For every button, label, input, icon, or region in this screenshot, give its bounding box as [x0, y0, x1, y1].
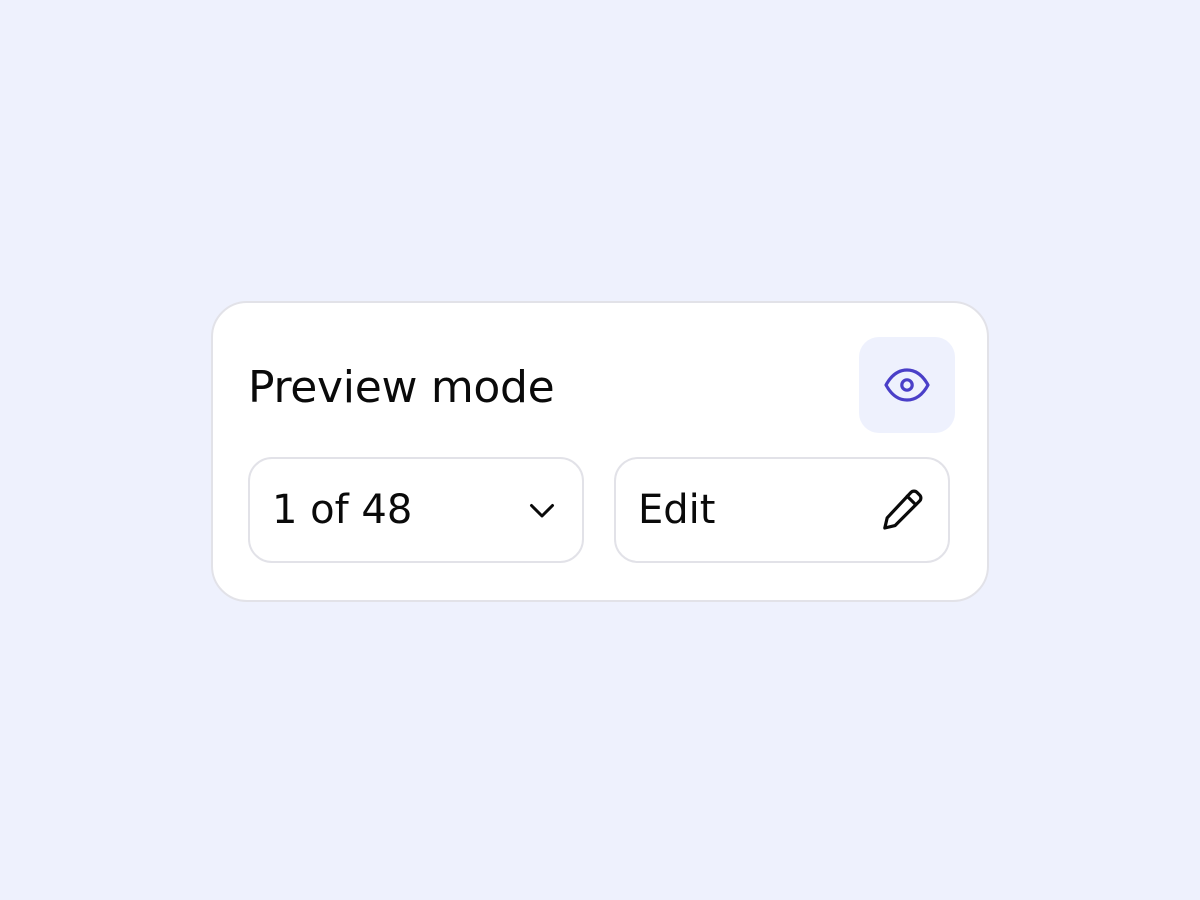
chevron-down-icon: [524, 492, 560, 528]
card-title: Preview mode: [248, 362, 555, 413]
preview-toggle-button[interactable]: [859, 337, 955, 433]
edit-button[interactable]: Edit: [614, 457, 950, 563]
preview-mode-card: Preview mode 1 of 48 Edit: [211, 301, 989, 602]
edit-button-label: Edit: [638, 487, 716, 533]
pencil-icon: [878, 486, 926, 534]
page-select[interactable]: 1 of 48: [248, 457, 584, 563]
eye-icon: [883, 361, 931, 409]
page-select-value: 1 of 48: [272, 487, 413, 533]
